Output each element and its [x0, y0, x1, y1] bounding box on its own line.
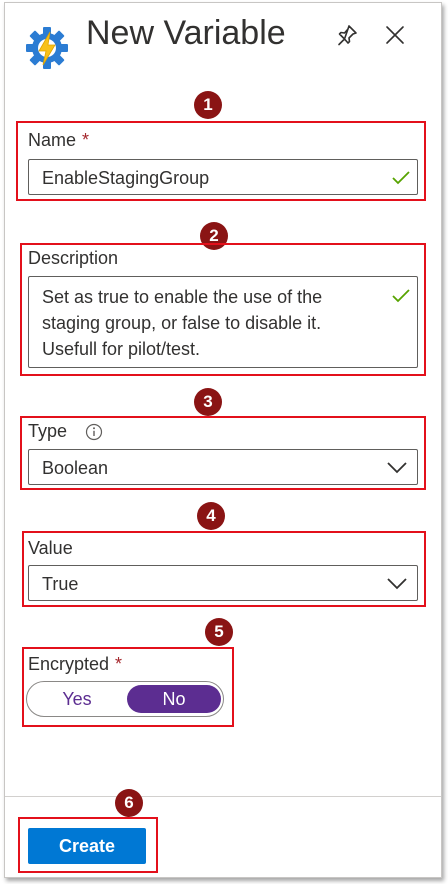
- description-label: Description: [28, 248, 119, 268]
- value-selected-value: True: [42, 574, 79, 594]
- annotation-badge-4: 4: [197, 502, 225, 530]
- name-label: Name *: [28, 130, 90, 150]
- value-label: Value: [28, 538, 73, 558]
- description-line: staging group, or false to disable it.: [42, 313, 322, 333]
- value-dropdown[interactable]: True: [28, 565, 418, 601]
- description-field[interactable]: Set as true to enable the use of the sta…: [28, 276, 418, 368]
- name-field[interactable]: EnableStagingGroup: [28, 159, 418, 195]
- encrypted-required-marker: *: [115, 654, 123, 674]
- chevron-down-icon: [387, 578, 407, 590]
- name-value[interactable]: EnableStagingGroup: [42, 168, 209, 189]
- encrypted-toggle[interactable]: Yes No: [26, 681, 224, 717]
- type-dropdown[interactable]: Boolean: [28, 449, 418, 485]
- annotation-badge-3: 3: [194, 388, 222, 416]
- type-label: Type: [28, 421, 68, 441]
- valid-check-icon: [392, 171, 410, 185]
- encrypted-no-option[interactable]: No: [127, 685, 221, 713]
- type-selected-value: Boolean: [42, 458, 109, 478]
- info-icon[interactable]: [85, 423, 103, 441]
- create-button[interactable]: Create: [28, 828, 146, 864]
- name-required-marker: *: [82, 130, 90, 150]
- description-text[interactable]: Set as true to enable the use of the sta…: [42, 284, 322, 362]
- description-line: Set as true to enable the use of the: [42, 287, 323, 307]
- encrypted-label: Encrypted *: [28, 654, 123, 674]
- panel-title: New Variable: [86, 14, 286, 52]
- automation-gear-bolt-icon: [26, 27, 68, 69]
- pin-icon[interactable]: [336, 24, 358, 46]
- valid-check-icon: [392, 289, 410, 303]
- description-line: Usefull for pilot/test.: [42, 339, 201, 359]
- chevron-down-icon: [387, 462, 407, 474]
- footer-divider: [5, 796, 441, 797]
- annotation-badge-1: 1: [194, 91, 222, 119]
- annotation-badge-5: 5: [205, 618, 233, 646]
- annotation-badge-6: 6: [115, 789, 143, 817]
- encrypted-yes-option[interactable]: Yes: [27, 682, 127, 716]
- close-icon[interactable]: [384, 24, 406, 46]
